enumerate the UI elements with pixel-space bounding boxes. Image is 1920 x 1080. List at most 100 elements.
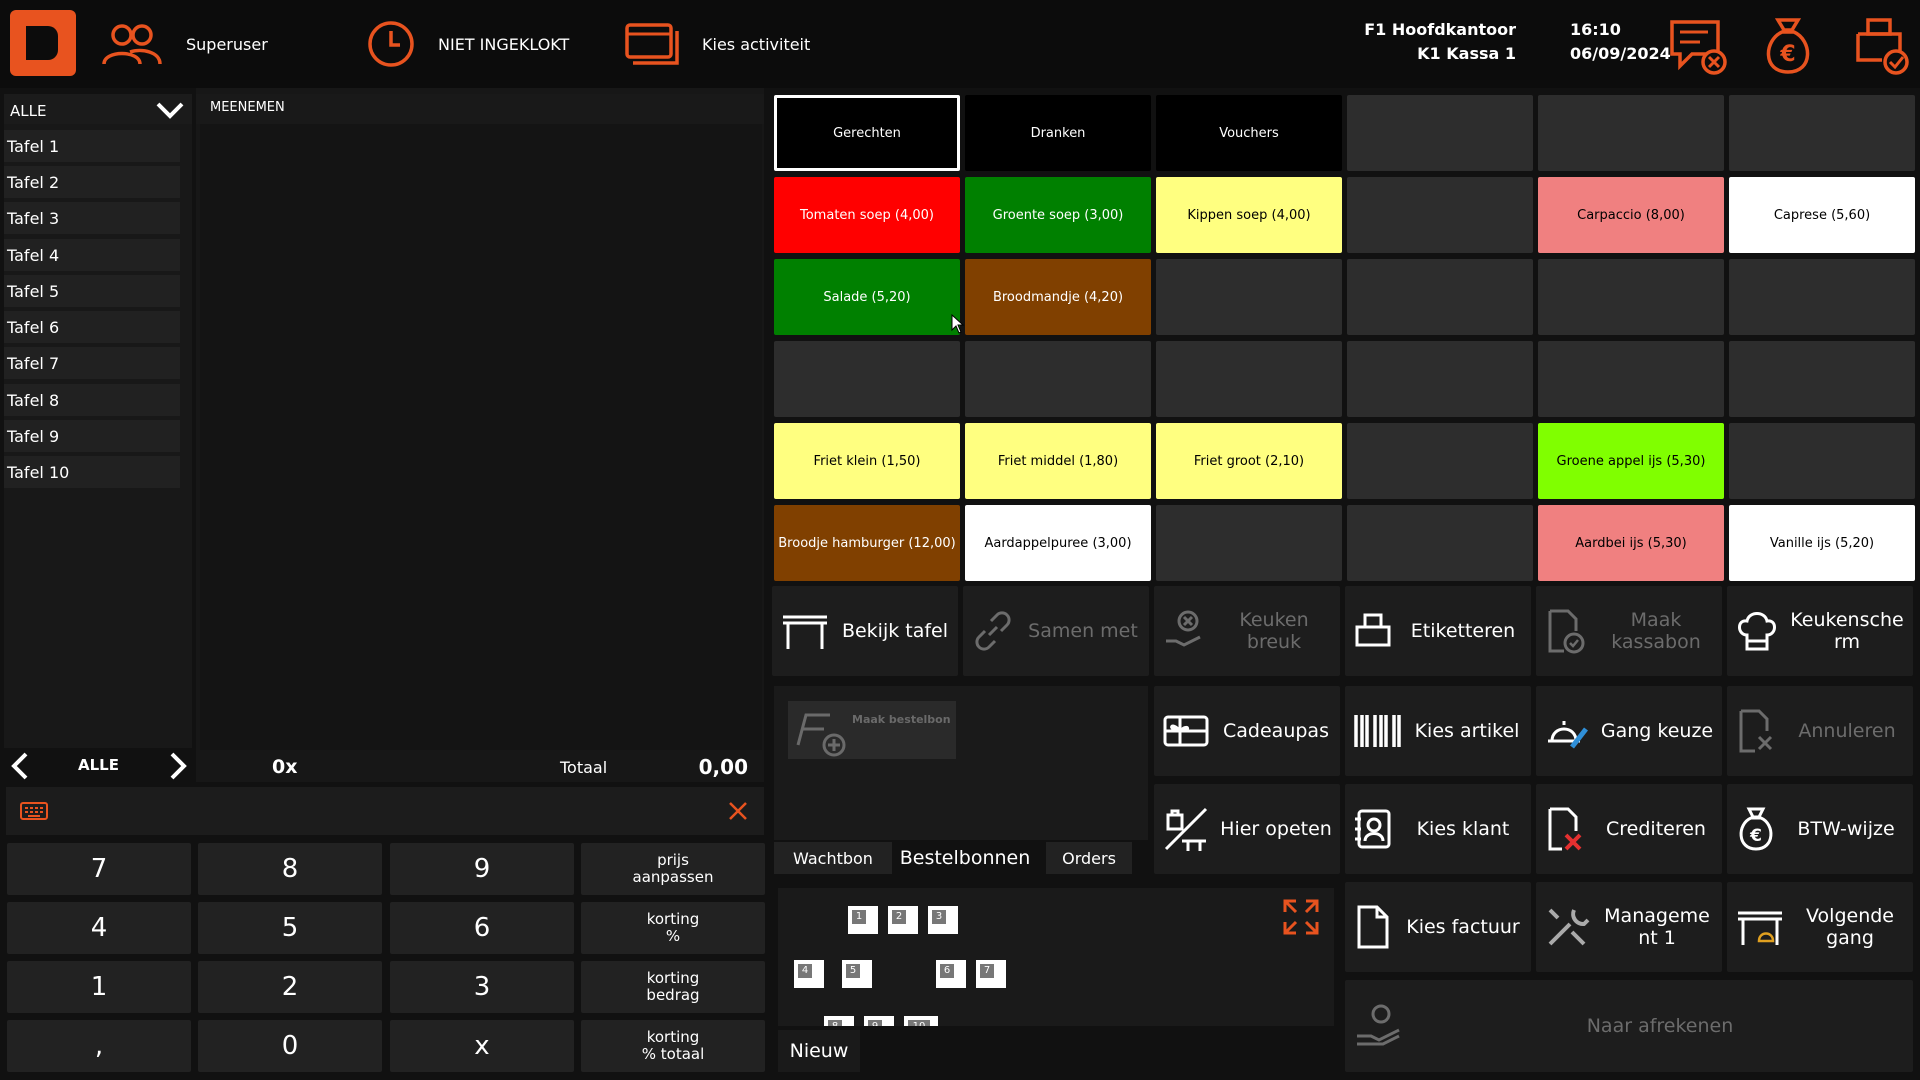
user-button[interactable]: Superuser [100,0,268,88]
numpad-key-3[interactable]: 3 [390,961,574,1013]
map-table-4[interactable]: 4 [794,960,824,988]
product-kippen-soep[interactable]: Kippen soep (4,00) [1156,177,1342,253]
empty-slot [1347,341,1533,417]
discount-amount-button[interactable]: korting bedrag [581,961,765,1013]
category-vouchers[interactable]: Vouchers [1156,95,1342,171]
map-table-10[interactable]: 10 [904,1016,938,1026]
choose-invoice-button[interactable]: Kies factuur [1345,882,1531,972]
chevron-right-icon[interactable] [168,752,188,780]
discount-total-percent-button[interactable]: korting % totaal [581,1020,765,1072]
table-item-9[interactable]: Tafel 9 [4,420,180,452]
price-adjust-button[interactable]: prijs aanpassen [581,843,765,895]
activity-button[interactable]: Kies activiteit [624,0,810,88]
product-groene-appel-ijs[interactable]: Groene appel ijs (5,30) [1538,423,1724,499]
tab-bestelbonnen[interactable]: Bestelbonnen [892,842,1038,874]
vat-mode-button[interactable]: € BTW-wijze [1727,784,1913,874]
table-item-6[interactable]: Tafel 6 [4,311,180,343]
kitchen-screen-button[interactable]: Keukensche rm [1727,586,1913,676]
numpad-key-1[interactable]: 1 [7,961,191,1013]
product-tomaten-soep[interactable]: Tomaten soep (4,00) [774,177,960,253]
management-button[interactable]: Manageme nt 1 [1536,882,1722,972]
table-item-2[interactable]: Tafel 2 [4,166,180,198]
numpad-key-x[interactable]: x [390,1020,574,1072]
category-gerechten[interactable]: Gerechten [774,95,960,171]
numpad-key-comma[interactable]: , [7,1020,191,1072]
map-table-5[interactable]: 5 [842,960,872,988]
map-table-8[interactable]: 8 [824,1016,854,1026]
numpad-key-6[interactable]: 6 [390,902,574,954]
map-table-9[interactable]: 9 [864,1016,894,1026]
numpad-key-0[interactable]: 0 [198,1020,382,1072]
expand-icon[interactable] [1282,898,1320,936]
cancel-button[interactable]: Annuleren [1727,686,1913,776]
credit-label: Crediteren [1606,818,1706,840]
numpad-key-7[interactable]: 7 [7,843,191,895]
product-broodje-hamburger[interactable]: Broodje hamburger (12,00) [774,505,960,581]
product-salade[interactable]: Salade (5,20) [774,259,960,335]
table-list-nav: ALLE [4,748,192,782]
table-item-4[interactable]: Tafel 4 [4,239,180,271]
discount-percent-button[interactable]: korting % [581,902,765,954]
empty-slot [1729,341,1915,417]
choose-article-button[interactable]: Kies artikel [1345,686,1531,776]
next-course-button[interactable]: Volgende gang [1727,882,1913,972]
tab-orders[interactable]: Orders [1046,842,1132,874]
gift-card-button[interactable]: Cadeaupas [1154,686,1340,776]
numpad-key-9[interactable]: 9 [390,843,574,895]
product-aardappelpuree[interactable]: Aardappelpuree (3,00) [965,505,1151,581]
view-table-button[interactable]: Bekijk tafel [772,586,958,676]
numpad-key-4[interactable]: 4 [7,902,191,954]
product-friet-middel[interactable]: Friet middel (1,80) [965,423,1151,499]
table-item-8[interactable]: Tafel 8 [4,384,180,416]
printer-check-button[interactable] [1850,14,1914,78]
product-aardbei-ijs[interactable]: Aardbei ijs (5,30) [1538,505,1724,581]
new-table-button[interactable]: Nieuw [778,1030,860,1072]
cash-drawer-button[interactable]: € [1756,14,1820,78]
empty-slot [1538,341,1724,417]
order-lines[interactable] [200,124,762,750]
clear-icon[interactable] [728,801,748,821]
table-item-7[interactable]: Tafel 7 [4,347,180,379]
make-receipt-button[interactable]: Maak kassabon [1536,586,1722,676]
map-table-2[interactable]: 2 [888,906,918,934]
product-friet-klein[interactable]: Friet klein (1,50) [774,423,960,499]
messages-cancel-button[interactable] [1666,14,1730,78]
product-carpaccio[interactable]: Carpaccio (8,00) [1538,177,1724,253]
course-choice-button[interactable]: Gang keuze [1536,686,1722,776]
management-label: Manageme nt 1 [1604,905,1710,949]
product-caprese[interactable]: Caprese (5,60) [1729,177,1915,253]
credit-button[interactable]: Crediteren [1536,784,1722,874]
make-order-ticket-button[interactable]: Maak bestelbon [788,701,956,759]
map-table-1[interactable]: 1 [848,906,878,934]
map-table-3[interactable]: 3 [928,906,958,934]
empty-slot [1347,505,1533,581]
input-line[interactable] [6,787,764,835]
labels-button[interactable]: Etiketteren [1345,586,1531,676]
product-friet-groot[interactable]: Friet groot (2,10) [1156,423,1342,499]
map-table-6[interactable]: 6 [936,960,966,988]
product-groente-soep[interactable]: Groente soep (3,00) [965,177,1151,253]
numpad-key-8[interactable]: 8 [198,843,382,895]
product-vanille-ijs[interactable]: Vanille ijs (5,20) [1729,505,1915,581]
tab-wachtbon[interactable]: Wachtbon [774,842,892,874]
table-item-10[interactable]: Tafel 10 [4,456,180,488]
merge-with-button[interactable]: Samen met [963,586,1149,676]
kitchen-breakage-button[interactable]: Keuken breuk [1154,586,1340,676]
checkout-button[interactable]: Naar afrekenen [1345,980,1913,1072]
table-map[interactable]: 1 2 3 4 5 6 7 8 9 10 [778,888,1334,1026]
choose-customer-button[interactable]: Kies klant [1345,784,1531,874]
table-item-5[interactable]: Tafel 5 [4,275,180,307]
keyboard-icon[interactable] [20,801,48,821]
numpad-key-2[interactable]: 2 [198,961,382,1013]
table-item-3[interactable]: Tafel 3 [4,202,180,234]
category-dranken[interactable]: Dranken [965,95,1151,171]
numpad-key-5[interactable]: 5 [198,902,382,954]
app-logo[interactable] [10,10,76,76]
table-filter-dropdown[interactable]: ALLE [4,94,192,124]
chevron-left-icon[interactable] [10,752,30,780]
table-item-1[interactable]: Tafel 1 [4,130,180,162]
product-broodmandje[interactable]: Broodmandje (4,20) [965,259,1151,335]
map-table-7[interactable]: 7 [976,960,1006,988]
eat-here-button[interactable]: Hier opeten [1154,784,1340,874]
clock-in-button[interactable]: NIET INGEKLOKT [366,0,569,88]
